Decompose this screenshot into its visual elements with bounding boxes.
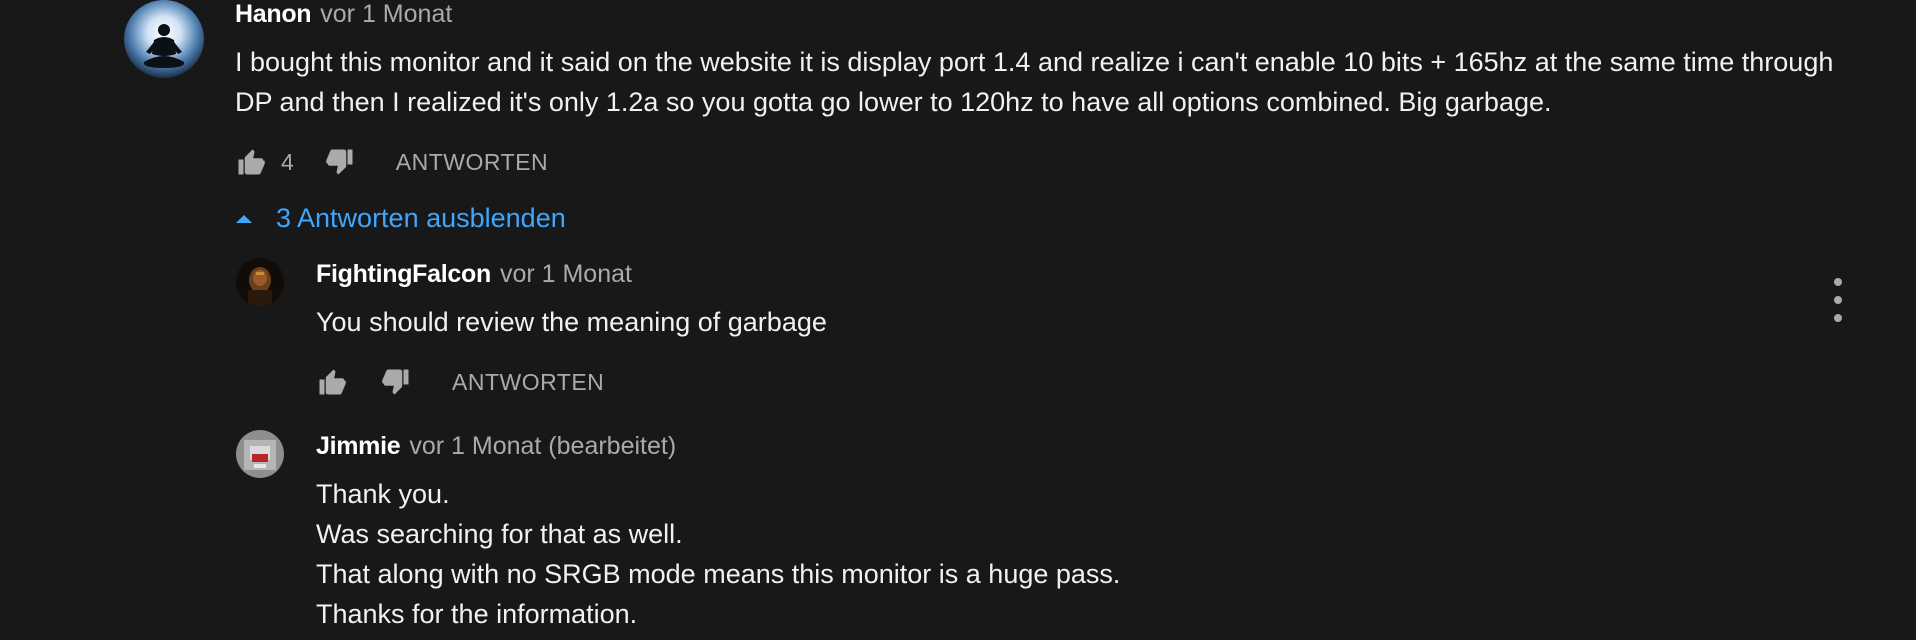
- reply-actions: ANTWORTEN: [316, 362, 604, 402]
- like-count: 4: [281, 148, 294, 175]
- reply-text: You should review the meaning of garbage: [316, 307, 827, 337]
- avatar[interactable]: [236, 430, 284, 478]
- thumbs-down-icon[interactable]: [380, 367, 412, 397]
- comment-timestamp[interactable]: vor 1 Monat: [320, 0, 452, 29]
- comment-author[interactable]: Hanon: [235, 0, 312, 29]
- reply-author[interactable]: FightingFalcon: [316, 260, 491, 289]
- thumbs-up-icon[interactable]: [316, 367, 348, 397]
- meditation-avatar-icon: [124, 0, 204, 78]
- avatar[interactable]: [236, 258, 284, 306]
- reply-button[interactable]: ANTWORTEN: [396, 149, 548, 176]
- falcon-avatar-icon: [236, 258, 284, 306]
- reply-text: Thank you. Was searching for that as wel…: [316, 479, 1121, 629]
- reply-header: FightingFalcon vor 1 Monat: [316, 260, 632, 289]
- thumbs-down-icon[interactable]: [324, 147, 356, 177]
- hide-replies-toggle[interactable]: 3 Antworten ausblenden: [236, 200, 566, 236]
- avatar[interactable]: [124, 0, 204, 78]
- comment-actions: 4 ANTWORTEN: [235, 142, 548, 182]
- comment-text: I bought this monitor and it said on the…: [235, 47, 1834, 117]
- comment-header: Hanon vor 1 Monat: [235, 0, 452, 29]
- caret-up-icon: [236, 213, 252, 223]
- reply-header: Jimmie vor 1 Monat (bearbeitet): [316, 432, 676, 461]
- reply-button[interactable]: ANTWORTEN: [452, 369, 604, 396]
- reply-timestamp[interactable]: vor 1 Monat (bearbeitet): [409, 432, 676, 461]
- more-vert-icon[interactable]: [1826, 278, 1850, 322]
- thumbs-up-icon[interactable]: [235, 147, 267, 177]
- reply-timestamp[interactable]: vor 1 Monat: [500, 260, 632, 289]
- hide-replies-label: 3 Antworten ausblenden: [276, 202, 566, 233]
- reply-author[interactable]: Jimmie: [316, 432, 401, 461]
- jimmie-avatar-icon: [236, 430, 284, 478]
